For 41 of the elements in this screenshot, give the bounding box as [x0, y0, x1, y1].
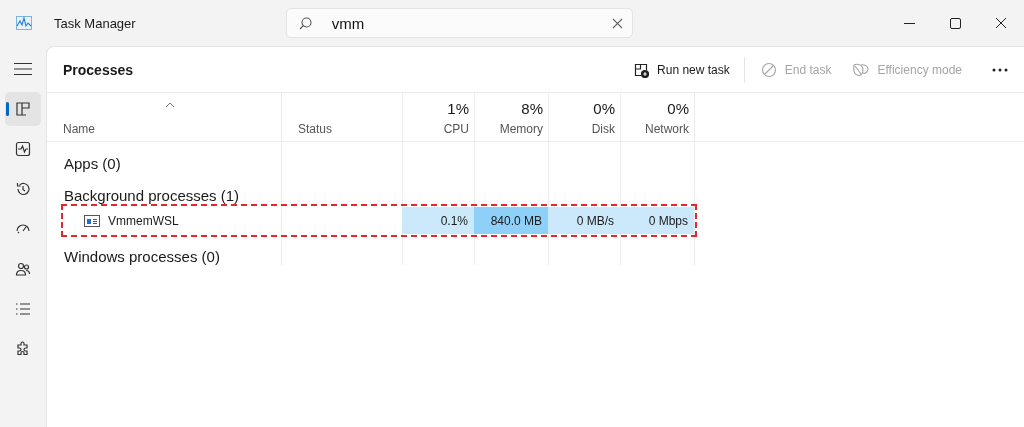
column-header[interactable]: Memory: [499, 122, 543, 136]
group-header: Windows processes (0): [63, 248, 221, 265]
column-header[interactable]: Network: [645, 122, 689, 136]
column-total: 8%: [521, 100, 543, 117]
close-icon: [611, 18, 623, 29]
close-icon: [995, 17, 1007, 29]
column-total: 1%: [447, 100, 469, 117]
table-cell: 0.1%: [402, 207, 474, 234]
search-icon: [298, 17, 312, 30]
prohibited-icon: [760, 61, 777, 78]
search-field[interactable]: vmm: [285, 8, 633, 38]
page-title: Processes: [63, 61, 134, 78]
users-icon: [15, 261, 31, 277]
group-header: Apps (0): [63, 153, 122, 174]
table-cell: 0 MB/s: [548, 207, 620, 234]
puzzle-icon: [15, 341, 31, 357]
column-header[interactable]: Status: [298, 122, 333, 136]
app-logo-icon: [16, 16, 32, 30]
pulse-icon: [15, 141, 31, 157]
history-icon: [15, 181, 31, 197]
run-button[interactable]: Run new task: [625, 55, 738, 84]
window-title: Task Manager: [54, 15, 136, 31]
table-cell: 0 Mbps: [620, 207, 694, 234]
process-name: VmmemWSL: [108, 213, 179, 228]
sort-caret-icon: [164, 102, 175, 108]
more-icon: [992, 67, 1008, 72]
new-task-icon: [633, 61, 650, 78]
column-header[interactable]: CPU: [443, 122, 469, 136]
menu-icon: [14, 62, 32, 76]
clear-button[interactable]: [611, 18, 623, 29]
table-cell: 840.0 MB: [474, 207, 548, 234]
maximize-icon: [949, 17, 961, 29]
group-header: Background processes (1): [63, 187, 241, 204]
list-icon: [15, 301, 31, 317]
processes-icon: [15, 101, 31, 117]
window-app-icon: [84, 214, 100, 227]
column-header[interactable]: Name: [63, 122, 95, 136]
leaf-icon: [851, 61, 870, 78]
column-total: 0%: [593, 100, 615, 117]
column-total: 0%: [667, 100, 689, 117]
column-header[interactable]: Disk: [591, 122, 615, 136]
